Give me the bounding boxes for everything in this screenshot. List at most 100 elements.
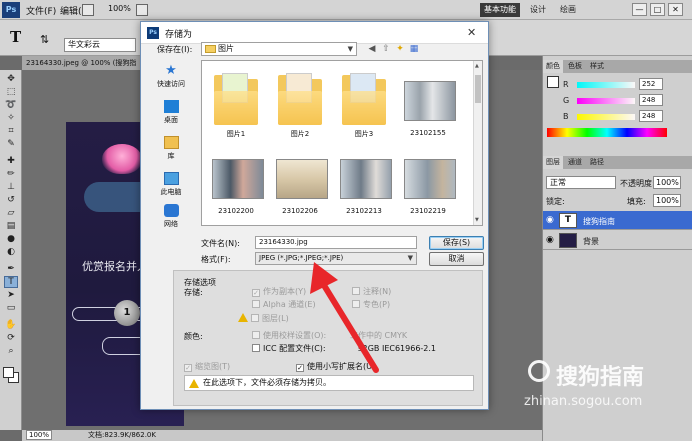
visibility-eye-icon[interactable]: ◉ (546, 235, 554, 245)
layer-row-background[interactable]: ◉ 背景 (543, 231, 692, 250)
place-desktop[interactable]: 桌面 (145, 100, 197, 125)
move-tool-icon[interactable]: ✥ (5, 74, 17, 84)
zoom-tool-icon[interactable]: ⌕ (5, 346, 17, 356)
rotate-view-icon[interactable]: ⟳ (5, 333, 17, 343)
dodge-tool-icon[interactable]: ◐ (5, 247, 17, 257)
zoom-level[interactable]: 100% (108, 4, 131, 13)
layer-name[interactable]: 搜狗指南 (583, 216, 615, 227)
tab-styles[interactable]: 样式 (587, 60, 607, 73)
marquee-tool-icon[interactable]: ⬚ (5, 87, 17, 97)
foreground-color-swatch[interactable] (3, 367, 14, 378)
tab-paths[interactable]: 路径 (587, 156, 607, 169)
workspace-painting[interactable]: 绘画 (556, 3, 580, 17)
red-slider[interactable] (577, 82, 635, 88)
history-brush-icon[interactable]: ↺ (5, 195, 17, 205)
status-bar: 100% 文档:823.9K/862.0K (22, 430, 542, 441)
file-item[interactable]: 23102155 (400, 69, 456, 143)
shape-tool-icon[interactable]: ▭ (5, 303, 17, 313)
stamp-tool-icon[interactable]: ⊥ (5, 182, 17, 192)
red-value[interactable]: 252 (639, 78, 663, 90)
filename-input[interactable]: 23164330.jpg (255, 236, 417, 249)
layer-lock-row: 锁定: 填充: 100% (543, 193, 692, 209)
menu-file[interactable]: 文件(F) (26, 4, 56, 17)
file-item[interactable]: 23102206 (272, 147, 328, 221)
as-copy-checkbox[interactable]: ✓ 作为副本(Y) (252, 287, 306, 297)
tab-color[interactable]: 颜色 (543, 60, 563, 73)
green-slider[interactable] (577, 98, 635, 104)
place-library[interactable]: 库 (145, 136, 197, 161)
healing-brush-icon[interactable]: ✚ (5, 156, 17, 166)
hand-tool-icon[interactable]: ✋ (5, 320, 17, 330)
new-folder-icon[interactable]: ✦ (395, 44, 405, 54)
scroll-down-icon[interactable]: ▼ (475, 217, 479, 223)
file-list: 图片1 图片2 图片3 23102155 23102200 23102206 2… (201, 60, 483, 226)
scrollbar-thumb[interactable] (475, 75, 481, 103)
text-tool-icon[interactable]: T (10, 28, 21, 46)
view-menu-icon[interactable]: ▦ (409, 44, 419, 54)
layers-panel-tabs: 图层 通道 路径 (543, 156, 692, 169)
photoshop-icon: Ps (147, 27, 159, 39)
blue-value[interactable]: 248 (639, 110, 663, 122)
text-orientation-icon[interactable]: ⇅ (40, 33, 49, 46)
document-tab[interactable]: 23164330.jpeg @ 100% (搜狗指南... (22, 56, 142, 81)
workspace-design[interactable]: 设计 (526, 3, 550, 17)
bridge-icon[interactable] (82, 4, 94, 16)
eraser-tool-icon[interactable]: ▱ (5, 208, 17, 218)
font-family-select[interactable]: 华文彩云 (64, 38, 136, 52)
color-spectrum[interactable] (547, 128, 667, 137)
maximize-button[interactable]: □ (650, 3, 665, 16)
gradient-tool-icon[interactable]: ▤ (5, 221, 17, 231)
file-item[interactable]: 图片2 (272, 69, 328, 143)
file-item[interactable]: 23102219 (400, 147, 456, 221)
checkbox-label: 缩览图(T) (195, 362, 231, 371)
brush-tool-icon[interactable]: ✏ (5, 169, 17, 179)
path-select-icon[interactable]: ➤ (5, 290, 17, 300)
blend-mode-select[interactable]: 正常 (546, 176, 616, 189)
pen-tool-icon[interactable]: ✒ (5, 264, 17, 274)
dialog-titlebar[interactable]: Ps 存储为 ✕ (141, 22, 488, 44)
magic-wand-icon[interactable]: ✧ (5, 113, 17, 123)
blue-slider[interactable] (577, 114, 635, 120)
place-quick-access[interactable]: ★ 快速访问 (145, 64, 197, 89)
file-item[interactable]: 23102213 (336, 147, 392, 221)
view-extras-icon[interactable] (136, 4, 148, 16)
color-sample[interactable] (547, 76, 559, 88)
warning-text: 在此选项下，文件必须存储为拷贝。 (203, 378, 331, 387)
place-network[interactable]: 网络 (145, 204, 197, 229)
file-list-scrollbar[interactable]: ▲ ▼ (473, 61, 482, 225)
fill-field[interactable]: 100% (653, 194, 681, 207)
layers-checkbox[interactable]: 图层(L) (238, 313, 289, 324)
minimize-button[interactable]: — (632, 3, 647, 16)
close-icon[interactable]: ✕ (467, 26, 476, 39)
place-label: 桌面 (164, 116, 178, 124)
green-value[interactable]: 248 (639, 94, 663, 106)
back-icon[interactable]: ◀ (367, 44, 377, 54)
up-folder-icon[interactable]: ⇧ (381, 44, 391, 54)
layer-row-text[interactable]: ◉ T 搜狗指南 (543, 211, 692, 230)
crop-tool-icon[interactable]: ⌗ (5, 126, 17, 136)
status-zoom-field[interactable]: 100% (26, 430, 52, 440)
file-item[interactable]: 图片3 (336, 69, 392, 143)
workspace-essentials[interactable]: 基本功能 (480, 3, 520, 17)
blur-tool-icon[interactable]: ● (5, 234, 17, 244)
eyedropper-icon[interactable]: ✎ (5, 139, 17, 149)
place-this-pc[interactable]: 此电脑 (145, 172, 197, 197)
layer-name[interactable]: 背景 (583, 236, 599, 247)
tab-layers[interactable]: 图层 (543, 156, 563, 169)
save-button[interactable]: 保存(S) (429, 236, 484, 250)
save-in-select[interactable]: 图片 ▼ (201, 42, 357, 56)
document-size-info[interactable]: 文档:823.9K/862.0K (88, 430, 156, 441)
opacity-field[interactable]: 100% (653, 176, 681, 189)
visibility-eye-icon[interactable]: ◉ (546, 215, 554, 225)
thumbnail-checkbox[interactable]: ✓ 缩览图(T) (184, 362, 230, 372)
tab-swatches[interactable]: 色板 (565, 60, 585, 73)
cancel-button[interactable]: 取消 (429, 252, 484, 266)
scroll-up-icon[interactable]: ▲ (475, 63, 479, 69)
type-tool-icon[interactable]: T (4, 276, 18, 288)
lotus-graphic (102, 144, 142, 174)
file-item[interactable]: 图片1 (208, 69, 264, 143)
lasso-tool-icon[interactable]: ➰ (5, 100, 17, 110)
tab-channels[interactable]: 通道 (565, 156, 585, 169)
close-window-button[interactable]: ✕ (668, 3, 683, 16)
file-item[interactable]: 23102200 (208, 147, 264, 221)
